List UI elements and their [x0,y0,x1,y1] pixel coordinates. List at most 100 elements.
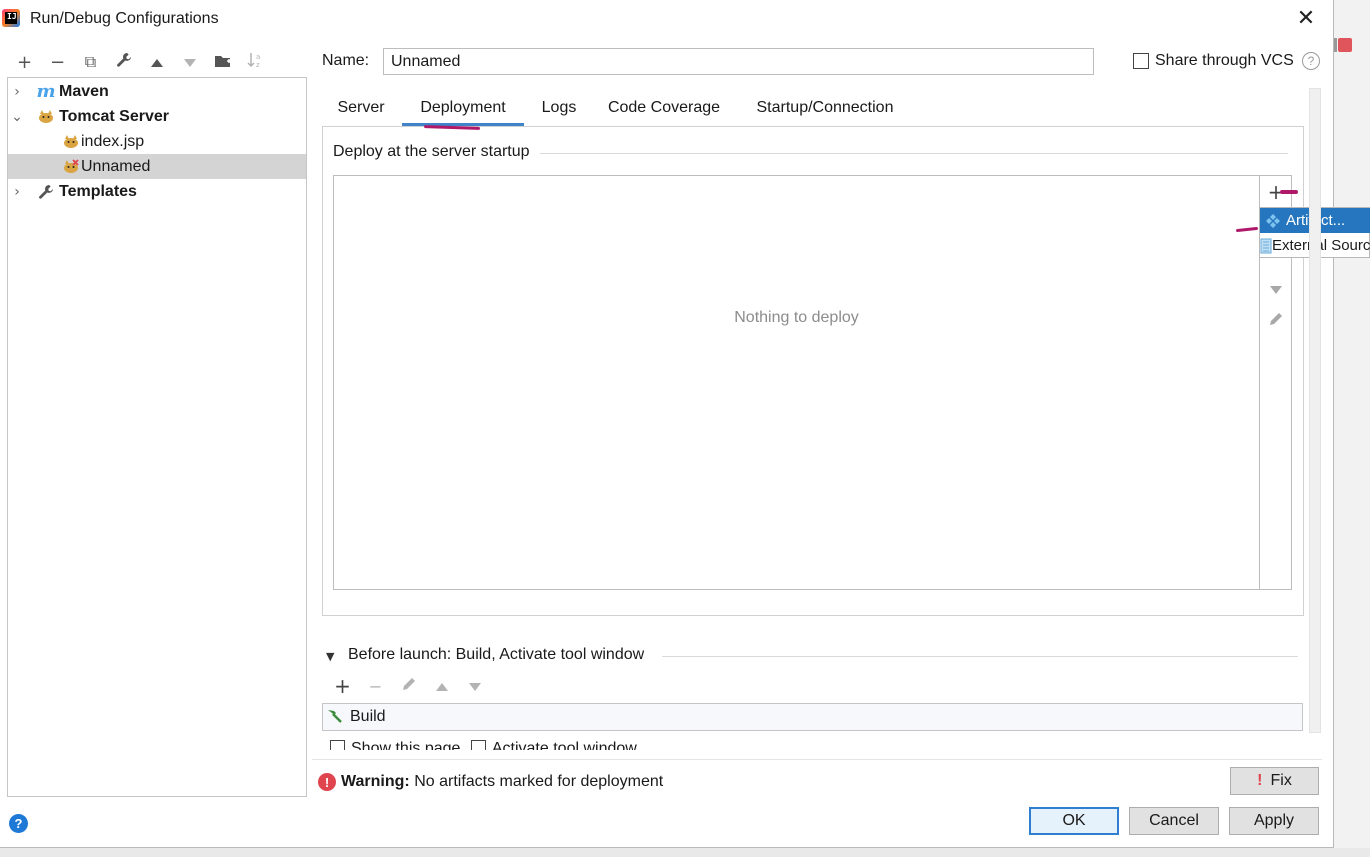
edit-deployment-button[interactable] [1263,308,1289,334]
intellij-logo-icon: IJ [2,9,20,27]
fix-button[interactable]: ! Fix [1230,767,1319,795]
annotation-stroke [1280,190,1298,194]
tomcat-icon [62,133,80,151]
name-input[interactable] [383,48,1094,75]
move-up-button[interactable] [140,48,173,76]
remove-config-button[interactable]: − [41,48,74,76]
config-tree: › m Maven ⌄ Tomcat Server index.jsp Unna… [7,77,307,797]
stop-icon [1338,38,1352,52]
tab-startup-connection[interactable]: Startup/Connection [742,90,908,126]
exclamation-icon: ! [1257,772,1263,789]
before-launch-label[interactable]: Before launch: Build, Activate tool wind… [348,646,651,664]
tree-item-index-jsp[interactable]: index.jsp [8,129,306,154]
move-down-button[interactable] [173,48,206,76]
background-bottom-strip [0,848,1370,857]
hammer-icon [325,707,343,730]
error-icon: ! [318,773,336,791]
svg-text:a: a [256,53,260,61]
help-icon[interactable]: ? [9,814,28,833]
cancel-button[interactable]: Cancel [1129,807,1219,835]
deploy-list[interactable]: Nothing to deploy [333,175,1260,590]
chevron-right-icon[interactable]: › [11,79,23,104]
tree-item-tomcat-server[interactable]: ⌄ Tomcat Server [8,104,306,129]
tab-code-coverage[interactable]: Code Coverage [598,90,730,126]
tab-logs[interactable]: Logs [532,90,586,126]
tree-label-tomcat: Tomcat Server [59,107,169,125]
warning-text: No artifacts marked for deployment [414,773,664,790]
copy-icon: ⧉ [84,52,97,71]
footer-separator [312,759,1322,760]
move-up-icon [150,52,164,73]
pencil-icon [1268,311,1284,331]
tree-item-unnamed[interactable]: Unnamed [8,154,306,179]
before-launch-list[interactable] [322,703,1303,731]
empty-list-text: Nothing to deploy [734,309,859,326]
maven-icon: m [36,81,56,102]
edit-defaults-button[interactable] [107,48,140,76]
vertical-scrollbar[interactable] [1309,88,1321,733]
edit-task-button[interactable] [392,673,425,699]
move-task-up-button[interactable] [425,673,458,699]
artifact-icon [1260,208,1286,233]
chevron-down-icon[interactable]: ⌄ [11,104,23,129]
share-vcs-checkbox[interactable] [1133,53,1149,69]
remove-icon: − [368,676,383,696]
add-icon: + [334,674,351,698]
sort-button[interactable]: az [239,48,272,76]
add-config-button[interactable]: + [8,48,41,76]
wrench-icon [37,183,55,201]
activate-tool-window-label[interactable]: Activate tool window [492,740,637,750]
new-folder-button[interactable] [206,48,239,76]
list-item[interactable]: Build [350,708,386,726]
warning-message: Warning: No artifacts marked for deploym… [341,773,663,791]
show-page-label[interactable]: Show this page [351,740,460,750]
tree-label-unnamed: Unnamed [81,157,151,175]
wrench-icon [116,52,132,72]
collapse-triangle-icon[interactable]: ▼ [326,650,334,663]
tree-label-maven: Maven [59,82,109,100]
menu-item-external-source-label: External Source... [1272,237,1370,254]
tab-server[interactable]: Server [328,90,394,126]
show-page-checkbox[interactable] [330,740,345,750]
remove-task-button[interactable]: − [359,673,392,699]
deploy-section-title: Deploy at the server startup [333,143,536,161]
before-launch-toolbar: + − [326,673,491,699]
add-task-button[interactable]: + [326,673,359,699]
fix-button-label: Fix [1270,772,1292,789]
copy-config-button[interactable]: ⧉ [74,48,107,76]
move-up-icon [435,677,449,696]
background-ide-strip [1334,0,1370,857]
before-launch-divider [662,656,1298,657]
apply-button[interactable]: Apply [1229,807,1319,835]
before-launch-options: Show this page Activate tool window [330,740,660,750]
move-down-icon [1269,280,1283,299]
close-icon[interactable]: ✕ [1294,7,1318,31]
move-down-deployment-button[interactable] [1263,276,1289,302]
tree-label-templates: Templates [59,182,137,200]
move-task-down-button[interactable] [458,673,491,699]
ok-button[interactable]: OK [1029,807,1119,835]
activate-tool-window-checkbox[interactable] [470,740,486,750]
background-divider [1334,38,1337,52]
share-vcs-label[interactable]: Share through VCS [1155,52,1294,70]
window-title: Run/Debug Configurations [30,10,219,27]
tree-item-maven[interactable]: › m Maven [8,79,306,104]
tree-item-templates[interactable]: › Templates [8,179,306,204]
tomcat-error-icon [62,158,80,176]
name-label: Name: [322,52,370,69]
title-bar: IJ Run/Debug Configurations ✕ [0,0,1334,40]
run-debug-dialog: IJ Run/Debug Configurations ✕ + − ⧉ az ›… [0,0,1370,848]
tomcat-icon [37,108,55,126]
external-source-icon [1260,233,1272,258]
question-icon[interactable]: ? [1302,52,1320,70]
tree-label-index-jsp: index.jsp [81,132,145,150]
config-toolbar: + − ⧉ az [8,48,272,76]
folder-icon [214,52,232,73]
tab-deployment[interactable]: Deployment [402,90,524,126]
add-icon: + [16,51,33,73]
chevron-right-icon[interactable]: › [11,179,23,204]
move-down-icon [183,52,197,73]
move-down-icon [468,677,482,696]
remove-icon: − [49,51,66,73]
svg-text:z: z [256,61,260,68]
